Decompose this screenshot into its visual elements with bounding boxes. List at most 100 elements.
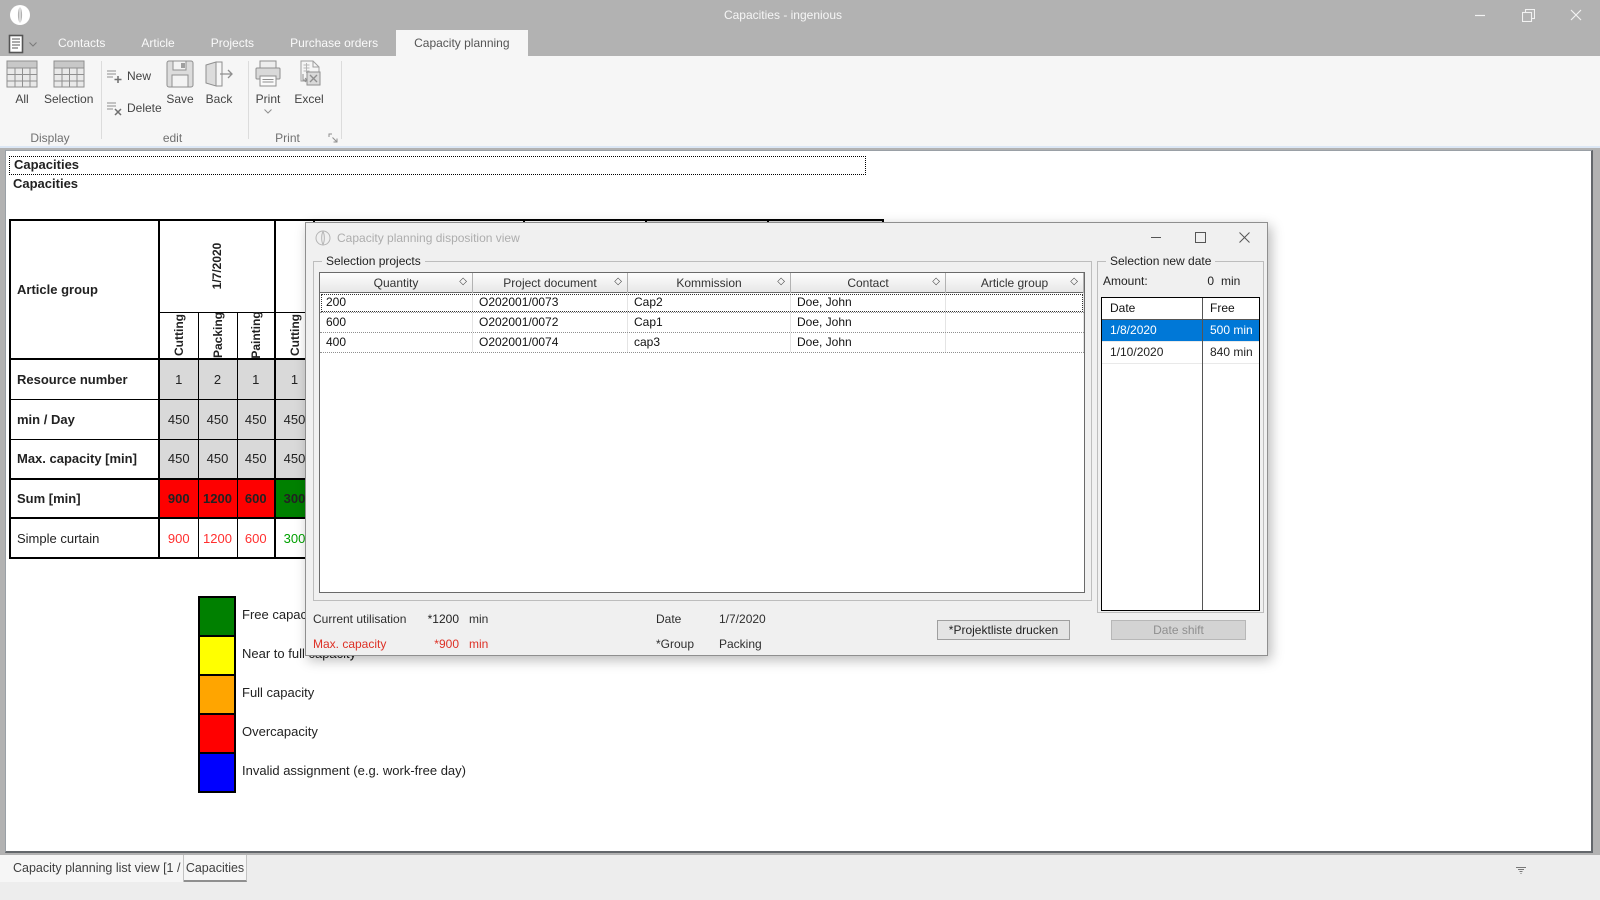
save-icon [166,60,194,88]
tab-capacity-planning[interactable]: Capacity planning [396,30,528,56]
capacity-cell: 450 [158,398,199,440]
statusbar-dropdown-icon[interactable] [1516,867,1526,874]
project-row[interactable]: 600 O202001/0072 Cap1 Doe, John [320,313,1084,333]
chevron-down-icon [264,109,272,114]
column-header-kommission[interactable]: Kommission ◇ [628,273,791,293]
capacity-cell: 450 [236,438,277,480]
close-button[interactable] [1554,0,1598,30]
sort-diamond-icon[interactable]: ◇ [459,276,467,287]
column-header-label: Quantity [373,276,419,290]
back-button[interactable]: Back [203,60,235,106]
dialog-title: Capacity planning disposition view [337,231,520,245]
capacity-cell[interactable]: 600 [236,478,277,519]
tab-contacts[interactable]: Contacts [40,30,123,56]
capacity-table: Article group 1/7/2020 Cutting Packing Paint… [9,219,316,559]
project-cell: Doe, John [791,313,946,332]
tab-article[interactable]: Article [123,30,192,56]
resource-group-label: Cutting [171,314,186,357]
date-column-header[interactable]: Date [1102,298,1202,319]
project-row[interactable]: 400 O202001/0074 cap3 Doe, John [320,333,1084,353]
all-button[interactable]: All [6,60,38,106]
tab-projects[interactable]: Projects [193,30,272,56]
delete-button[interactable]: Delete [106,98,162,118]
date-shift-button[interactable]: Date shift [1111,620,1246,640]
minimize-button[interactable] [1458,0,1502,30]
free-date-row[interactable]: 1/10/2020 840 min [1102,342,1259,364]
app-menu-button[interactable] [8,32,37,56]
app-window: Capacities - ingenious Contacts Article Pr… [0,0,1600,900]
sort-diamond-icon[interactable]: ◇ [1070,276,1078,287]
excel-icon [300,60,321,86]
print-project-list-button[interactable]: *Projektliste drucken [937,620,1070,640]
dialog-logo-icon [315,230,331,246]
sort-diamond-icon[interactable]: ◇ [932,276,940,287]
legend-swatch-column [198,596,236,793]
capacity-cell: 450 [236,398,277,440]
capacity-cell[interactable]: 1200 [197,517,238,559]
current-utilisation-value: *1200 [427,612,459,626]
project-cell: 400 [320,333,473,352]
max-capacity-label: Max. capacity [313,637,387,651]
statusbar-tab-capacities[interactable]: Capacities [184,855,247,882]
dialog-maximize-button[interactable] [1185,223,1215,251]
dialog-close-button[interactable] [1229,223,1259,251]
report-title: Capacities [13,176,79,191]
window-title: Capacities - ingenious [723,8,843,22]
new-button-label: New [127,69,152,83]
amount-unit: min [1221,274,1241,288]
save-button-label: Save [166,92,194,106]
report-title-selected[interactable]: Capacities [9,156,866,175]
save-button[interactable]: Save [165,60,195,106]
project-row[interactable]: 200 O202001/0073 Cap2 Doe, John [320,293,1084,313]
project-cell [946,293,1084,312]
capacity-cell[interactable]: 600 [236,517,277,559]
sort-diamond-icon[interactable]: ◇ [614,276,622,287]
resource-group-label: Packing [210,312,225,359]
capacity-cell: 450 [158,438,199,480]
project-cell: O202001/0073 [473,293,628,312]
free-date-row[interactable]: 1/8/2020 500 min [1102,320,1259,342]
excel-button-label: Excel [294,92,324,106]
sort-diamond-icon[interactable]: ◇ [777,276,785,287]
table-icon [53,60,85,88]
dialog-minimize-button[interactable] [1141,223,1171,251]
row-label-simple-curtain: Simple curtain [9,517,160,559]
group-value: Packing [719,637,762,651]
date-table-header: Date Free [1102,298,1259,320]
capacity-cell: 1 [158,358,199,400]
column-header-quantity[interactable]: Quantity ◇ [320,273,473,293]
print-dialog-launcher-icon[interactable] [328,133,339,144]
date-table-rows: 1/8/2020 500 min 1/10/2020 840 min [1102,320,1259,364]
statusbar-tab-capacity-planning-list-view[interactable]: Capacity planning list view [1 / 1] [0,855,194,882]
row-label-max-capacity-min: Max. capacity [min] [9,438,160,480]
tab-purchase-orders[interactable]: Purchase orders [272,30,396,56]
group-label: *Group [656,637,695,651]
projects-table-header: Quantity ◇ Project document ◇ Kommission ◇ Con… [320,273,1084,293]
back-button-label: Back [205,92,233,106]
project-cell: cap3 [628,333,791,352]
back-icon [205,61,233,87]
legend-swatch-near-to-full-capacity [200,635,234,674]
row-label-sum-min: Sum [min] [9,478,160,519]
excel-button[interactable]: Excel [294,60,324,106]
capacity-cell[interactable]: 900 [158,478,199,519]
column-header-project-document[interactable]: Project document ◇ [473,273,628,293]
column-header-article-group[interactable]: Article group ◇ [946,273,1084,293]
selection-button[interactable]: Selection [44,60,93,106]
date-group-label: 1/7/2020 [210,242,225,290]
menubar: Contacts Article Projects Purchase orders Ca… [0,30,1600,83]
print-icon [255,60,281,87]
legend-label-full-capacity: Full capacity [242,685,315,700]
free-date-cell-date: 1/10/2020 [1110,345,1164,359]
restore-button[interactable] [1506,0,1550,30]
column-header-contact[interactable]: Contact ◇ [791,273,946,293]
legend-swatch-full-capacity [200,674,234,713]
project-cell: O202001/0074 [473,333,628,352]
capacity-cell[interactable]: 900 [158,517,199,559]
max-capacity-unit: min [469,637,489,651]
capacity-cell[interactable]: 1200 [197,478,238,519]
free-column-header[interactable]: Free [1202,298,1259,319]
current-utilisation-unit: min [469,612,489,626]
print-button[interactable]: Print [253,60,283,114]
new-button[interactable]: New [106,66,151,86]
